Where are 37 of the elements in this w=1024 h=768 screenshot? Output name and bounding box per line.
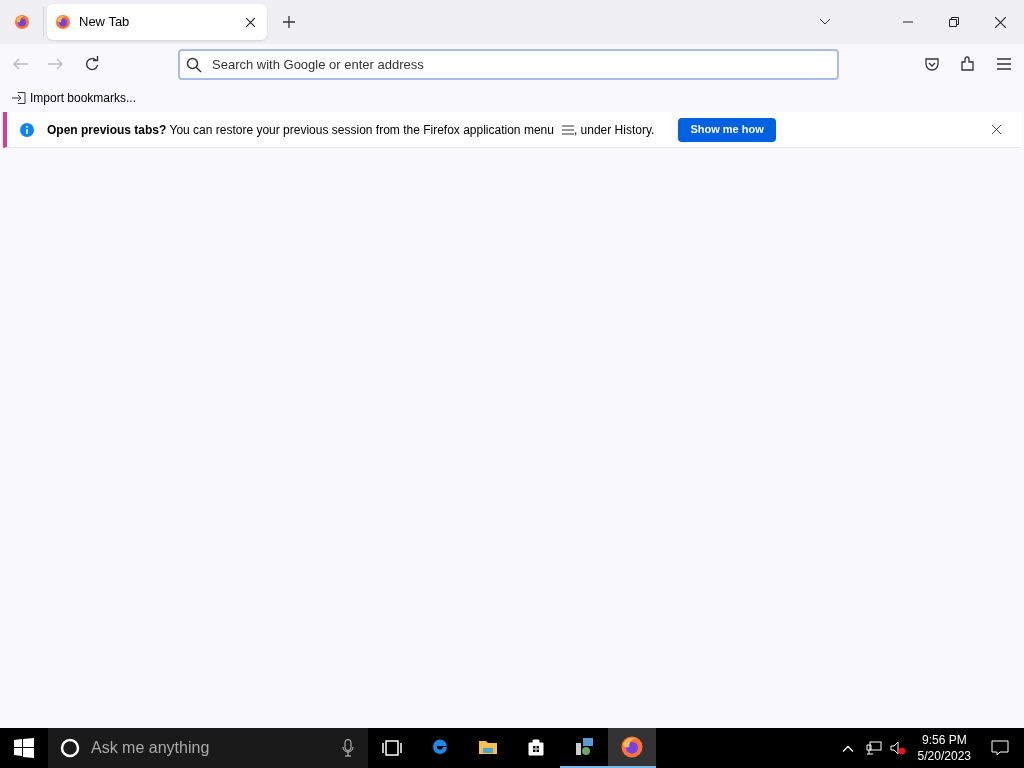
import-icon bbox=[12, 92, 26, 104]
firefox-icon bbox=[620, 735, 644, 759]
microphone-icon[interactable] bbox=[342, 739, 354, 757]
close-icon[interactable] bbox=[246, 17, 255, 27]
menu-icon[interactable] bbox=[996, 56, 1012, 72]
search-icon bbox=[186, 56, 202, 73]
firefox-icon bbox=[13, 14, 30, 30]
muted-speaker-icon[interactable] bbox=[889, 741, 906, 755]
firefox-icon bbox=[55, 14, 71, 30]
chevron-down-icon[interactable] bbox=[819, 18, 831, 26]
pocket-icon[interactable] bbox=[924, 56, 940, 72]
notification-message: , under History. bbox=[573, 121, 655, 139]
browser-tab[interactable]: New Tab bbox=[47, 4, 267, 40]
close-icon[interactable] bbox=[995, 16, 1006, 28]
reload-icon[interactable] bbox=[84, 56, 100, 72]
notification-message: Open previous tabs? You can restore your previous session from the Firefox application menu bbox=[47, 121, 554, 139]
address-field[interactable]: Search with Google or enter address bbox=[178, 48, 839, 80]
task-view-icon bbox=[382, 740, 402, 756]
chevron-up-icon[interactable] bbox=[841, 744, 854, 752]
edge-icon bbox=[430, 737, 450, 757]
taskbar-app[interactable] bbox=[608, 728, 656, 768]
windows-icon bbox=[14, 738, 34, 758]
info-icon bbox=[19, 121, 35, 138]
close-icon[interactable] bbox=[992, 125, 1001, 134]
notification-icon[interactable] bbox=[991, 740, 1009, 756]
tab-title: New Tab bbox=[79, 13, 131, 32]
store-icon bbox=[526, 737, 546, 757]
plus-icon[interactable] bbox=[283, 16, 295, 28]
search-box[interactable]: Ask me anything bbox=[48, 728, 368, 768]
clock-date: 5/20/2023 bbox=[917, 748, 971, 764]
import-bookmarks-button[interactable]: Import bookmarks... bbox=[12, 89, 137, 107]
network-icon[interactable] bbox=[865, 741, 882, 755]
clock-time: 9:56 PM bbox=[921, 732, 967, 748]
cortana-icon bbox=[60, 738, 80, 758]
menu-icon bbox=[561, 124, 574, 135]
show-me-how-button[interactable]: Show me how bbox=[678, 117, 776, 142]
restore-icon[interactable] bbox=[949, 17, 959, 27]
